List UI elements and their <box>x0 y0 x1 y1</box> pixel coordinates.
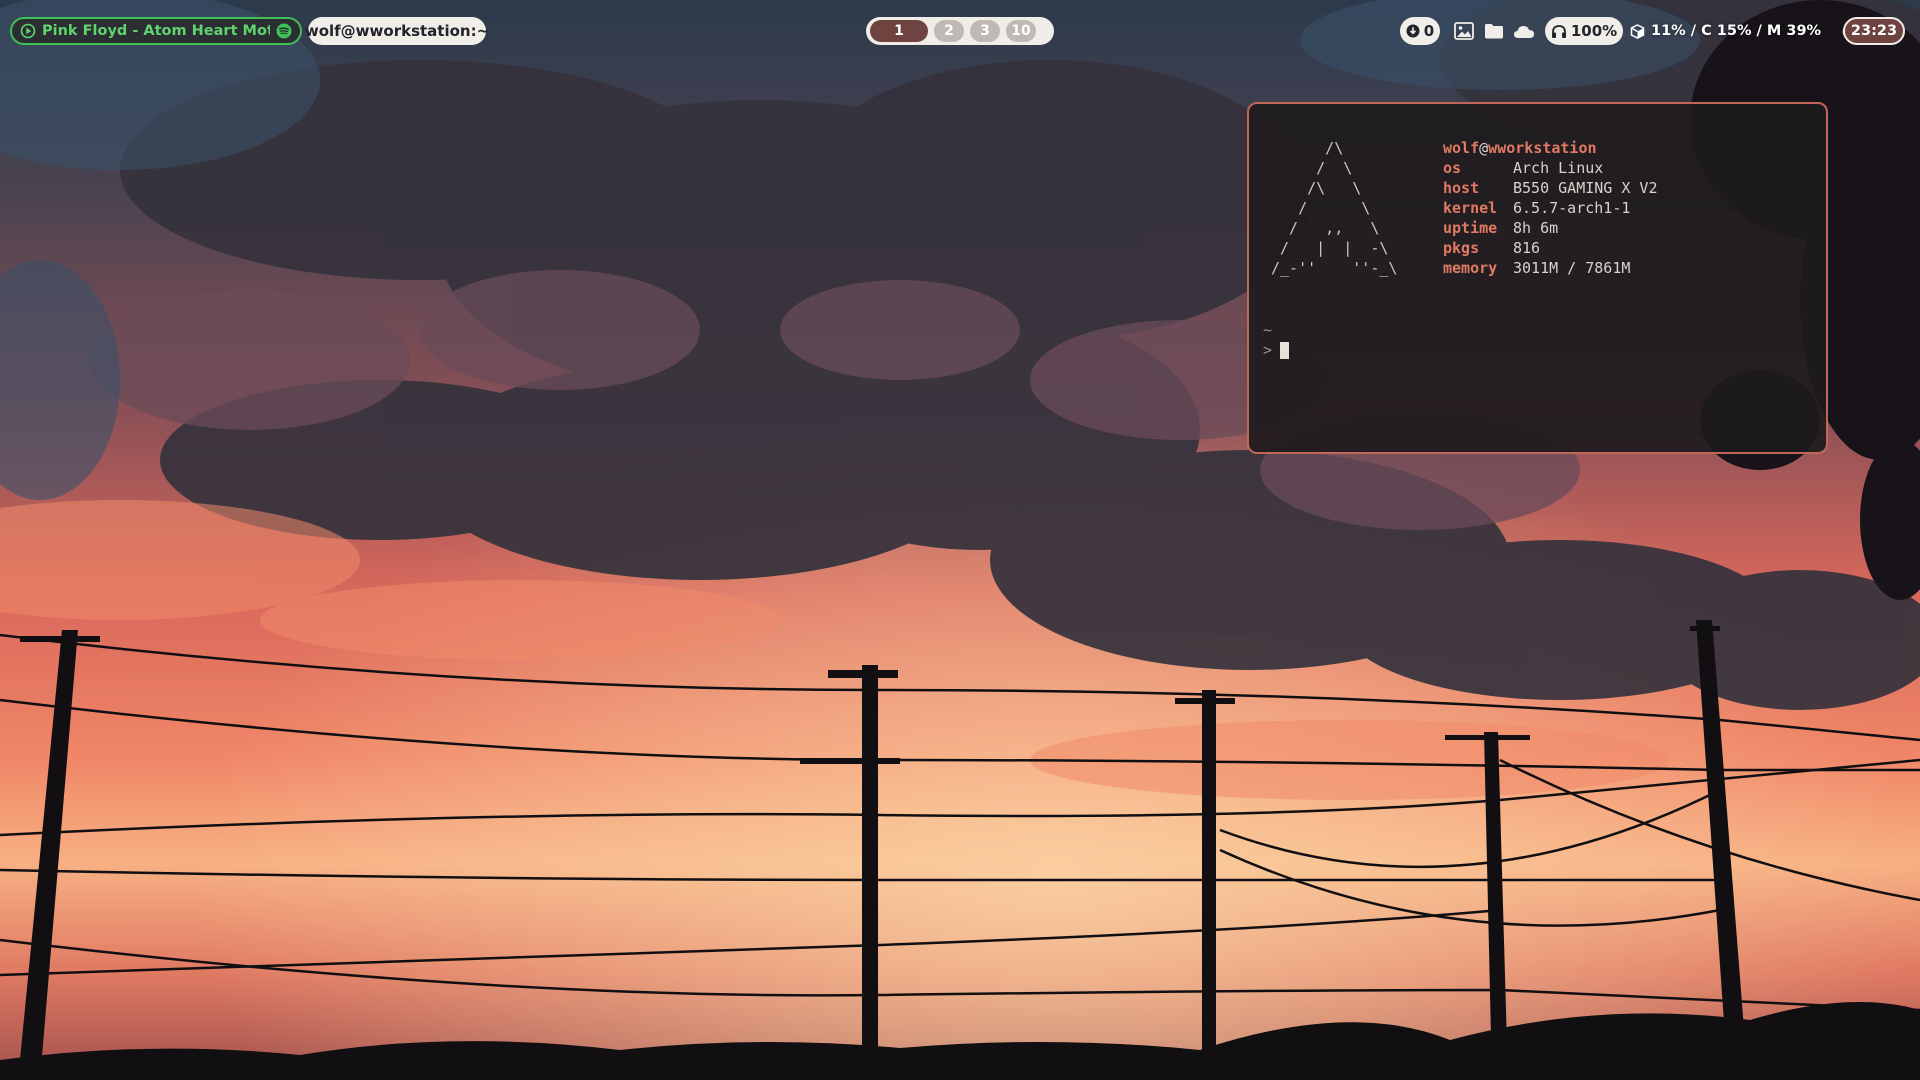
workspace-label: 10 <box>1011 23 1031 39</box>
shell-prompt[interactable]: ~ > <box>1263 320 1290 360</box>
info-key: host <box>1443 179 1480 197</box>
info-row-uptime: uptime 8h 6m <box>1443 218 1658 238</box>
info-value: 3011M / 7861M <box>1513 259 1631 277</box>
volume-widget[interactable]: 100% <box>1545 17 1623 45</box>
info-key: kernel <box>1443 199 1498 217</box>
active-window-title: wolf@wworkstation:~ <box>304 17 490 45</box>
workspace-2-button[interactable]: 2 <box>934 20 964 42</box>
folder-icon[interactable] <box>1481 17 1507 45</box>
info-key: uptime <box>1443 219 1498 237</box>
arch-logo-ascii: /\ / \ /\ \ / \ / ,, \ / | | -\ /_-'' ''… <box>1271 139 1398 277</box>
play-circle-icon[interactable] <box>20 23 36 39</box>
updates-count: 0 <box>1423 22 1435 40</box>
info-row-kernel: kernel 6.5.7-arch1-1 <box>1443 198 1658 218</box>
info-value: 8h 6m <box>1513 219 1559 237</box>
fetch-system-info: wolf@wworkstation os Arch Linux host B550 G… <box>1443 138 1658 278</box>
info-value: Arch Linux <box>1513 159 1604 177</box>
info-value: 6.5.7-arch1-1 <box>1513 199 1631 217</box>
user-name: wolf <box>1443 139 1480 157</box>
prompt-symbol: > <box>1263 341 1273 359</box>
download-circle-icon <box>1406 24 1420 38</box>
workspace-switcher: 1 2 3 10 <box>866 17 1054 45</box>
info-row-host: host B550 GAMING X V2 <box>1443 178 1658 198</box>
info-key: os <box>1443 159 1462 177</box>
workspace-label: 2 <box>944 23 954 39</box>
workspace-3-button[interactable]: 3 <box>970 20 1000 42</box>
info-value: B550 GAMING X V2 <box>1513 179 1658 197</box>
system-stats-text: 11% / C 15% / M 39% <box>1651 23 1822 39</box>
image-viewer-icon[interactable] <box>1451 17 1477 45</box>
media-player-widget[interactable]: Pink Floyd - Atom Heart Mother <box>10 17 302 45</box>
current-directory: ~ <box>1263 321 1273 339</box>
info-value: 816 <box>1513 239 1541 257</box>
media-title: Pink Floyd - Atom Heart Mother <box>42 23 270 39</box>
window-title-text: wolf@wworkstation:~ <box>304 22 490 40</box>
at-sign: @ <box>1479 139 1489 157</box>
info-row-os: os Arch Linux <box>1443 158 1658 178</box>
workspace-10-button[interactable]: 10 <box>1006 20 1036 42</box>
info-key: memory <box>1443 259 1498 277</box>
info-row-memory: memory 3011M / 7861M <box>1443 258 1658 278</box>
clock-time: 23:23 <box>1850 23 1898 39</box>
cloud-icon[interactable] <box>1511 17 1537 45</box>
host-name: wworkstation <box>1488 139 1597 157</box>
text-cursor <box>1280 341 1290 359</box>
package-cube-icon <box>1630 23 1645 39</box>
user-host-line: wolf@wworkstation <box>1443 138 1658 158</box>
info-row-pkgs: pkgs 816 <box>1443 238 1658 258</box>
workspace-label: 1 <box>894 23 904 39</box>
volume-level: 100% <box>1570 22 1618 40</box>
terminal-window[interactable]: /\ / \ /\ \ / \ / ,, \ / | | -\ /_-'' ''… <box>1247 102 1828 454</box>
clock-widget[interactable]: 23:23 <box>1843 17 1905 45</box>
system-stats-widget[interactable]: 11% / C 15% / M 39% <box>1630 17 1859 45</box>
workspace-1-button[interactable]: 1 <box>870 20 928 42</box>
updates-widget[interactable]: 0 <box>1400 17 1440 45</box>
spotify-icon <box>276 23 292 39</box>
workspace-label: 3 <box>980 23 990 39</box>
headphones-icon <box>1551 24 1567 39</box>
info-key: pkgs <box>1443 239 1480 257</box>
